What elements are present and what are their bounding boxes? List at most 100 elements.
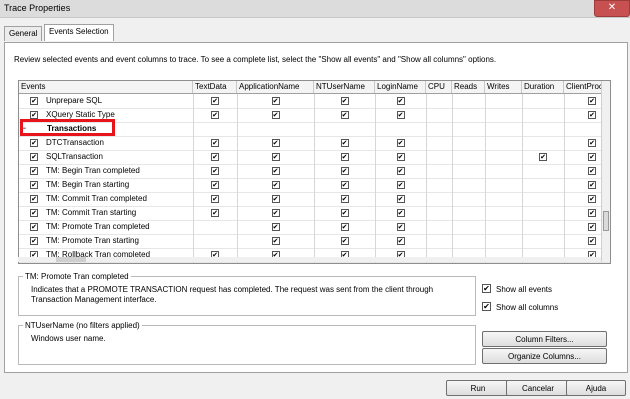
cell-checkbox[interactable]: ✔ <box>271 195 280 203</box>
cell-checkbox[interactable]: ✔ <box>588 139 596 147</box>
cell-checkbox[interactable]: ✔ <box>588 195 596 203</box>
column-header[interactable]: TextData <box>193 81 237 93</box>
cell-checkbox[interactable]: ✔ <box>340 209 349 217</box>
event-label: TM: Promote Tran starting <box>46 236 139 245</box>
cell-checkbox[interactable]: ✔ <box>396 153 405 161</box>
cell-checkbox[interactable]: ✔ <box>588 167 596 175</box>
show-all-events-checkbox[interactable]: ✔ <box>482 284 491 293</box>
column-divider <box>522 94 523 263</box>
event-label: TM: Promote Tran completed <box>46 222 150 231</box>
cell-checkbox[interactable]: ✔ <box>396 111 405 119</box>
column-filter-text: Windows user name. <box>31 334 106 343</box>
cell-checkbox[interactable]: ✔ <box>211 209 219 217</box>
cancel-button[interactable]: Cancelar <box>506 380 570 396</box>
cell-checkbox[interactable]: ✔ <box>271 223 280 231</box>
cell-checkbox[interactable]: ✔ <box>271 181 280 189</box>
cell-checkbox[interactable]: ✔ <box>340 111 349 119</box>
cell-checkbox[interactable]: ✔ <box>396 237 405 245</box>
cell-checkbox[interactable]: ✔ <box>340 139 349 147</box>
tab-general[interactable]: General <box>4 26 43 41</box>
run-button[interactable]: Run <box>446 380 510 396</box>
column-header[interactable]: NTUserName <box>314 81 375 93</box>
scroll-thumb[interactable] <box>603 211 609 231</box>
column-header[interactable]: CPU <box>426 81 452 93</box>
column-filter-title: NTUserName (no filters applied) <box>23 321 142 330</box>
cell-checkbox[interactable]: ✔ <box>340 167 349 175</box>
cell-checkbox[interactable]: ✔ <box>271 97 280 105</box>
cell-checkbox[interactable]: ✔ <box>340 223 349 231</box>
column-header[interactable]: ApplicationName <box>237 81 314 93</box>
cell-checkbox[interactable]: ✔ <box>340 195 349 203</box>
show-all-columns-checkbox[interactable]: ✔ <box>482 302 491 311</box>
cell-checkbox[interactable]: ✔ <box>539 153 547 161</box>
cell-checkbox[interactable]: ✔ <box>396 223 405 231</box>
hscroll-thumb[interactable] <box>56 257 86 262</box>
cell-checkbox[interactable]: ✔ <box>396 97 405 105</box>
cell-checkbox[interactable]: ✔ <box>588 97 596 105</box>
help-button[interactable]: Ajuda <box>566 380 626 396</box>
cell-checkbox[interactable]: ✔ <box>396 209 405 217</box>
cell-checkbox[interactable]: ✔ <box>271 139 280 147</box>
cell-checkbox[interactable]: ✔ <box>211 97 219 105</box>
cell-checkbox[interactable]: ✔ <box>588 209 596 217</box>
event-checkbox[interactable]: ✔ <box>30 209 38 217</box>
cell-checkbox[interactable]: ✔ <box>211 167 219 175</box>
event-checkbox[interactable]: ✔ <box>30 181 38 189</box>
event-checkbox[interactable]: ✔ <box>30 237 38 245</box>
event-label: XQuery Static Type <box>46 110 115 119</box>
event-checkbox[interactable]: ✔ <box>30 139 38 147</box>
cell-checkbox[interactable]: ✔ <box>340 153 349 161</box>
cell-checkbox[interactable]: ✔ <box>396 167 405 175</box>
cell-checkbox[interactable]: ✔ <box>340 97 349 105</box>
event-checkbox[interactable]: ✔ <box>30 195 38 203</box>
cell-checkbox[interactable]: ✔ <box>340 181 349 189</box>
cell-checkbox[interactable]: ✔ <box>396 139 405 147</box>
cell-checkbox[interactable]: ✔ <box>340 237 349 245</box>
column-header[interactable]: Events <box>19 81 193 93</box>
cell-checkbox[interactable]: ✔ <box>211 181 219 189</box>
close-button[interactable]: ✕ <box>594 0 630 17</box>
column-header[interactable]: Duration <box>522 81 564 93</box>
cell-checkbox[interactable]: ✔ <box>588 181 596 189</box>
event-label: SQLTransaction <box>46 152 103 161</box>
cell-checkbox[interactable]: ✔ <box>271 167 280 175</box>
column-header[interactable]: Reads <box>452 81 485 93</box>
cell-checkbox[interactable]: ✔ <box>271 111 280 119</box>
cell-checkbox[interactable]: ✔ <box>588 153 596 161</box>
horizontal-scrollbar[interactable] <box>18 257 601 262</box>
event-checkbox[interactable]: ✔ <box>30 97 38 105</box>
cell-checkbox[interactable]: ✔ <box>271 209 280 217</box>
event-checkbox[interactable]: ✔ <box>30 153 38 161</box>
column-divider <box>375 94 376 263</box>
cell-checkbox[interactable]: ✔ <box>588 111 596 119</box>
cell-checkbox[interactable]: ✔ <box>211 153 219 161</box>
cell-checkbox[interactable]: ✔ <box>396 195 405 203</box>
column-divider <box>193 94 194 263</box>
events-grid[interactable]: Events TextData ApplicationName NTUserName L… <box>18 80 611 264</box>
organize-columns-button[interactable]: Organize Columns... <box>482 348 607 364</box>
cell-checkbox[interactable]: ✔ <box>211 195 219 203</box>
event-checkbox[interactable]: ✔ <box>30 167 38 175</box>
highlight-box <box>20 119 115 136</box>
cell-checkbox[interactable]: ✔ <box>396 181 405 189</box>
column-divider <box>426 94 427 263</box>
column-filters-button[interactable]: Column Filters... <box>482 331 607 347</box>
event-description-group: TM: Promote Tran completed Indicates tha… <box>18 272 476 316</box>
column-header[interactable]: LoginName <box>375 81 426 93</box>
cell-checkbox[interactable]: ✔ <box>211 111 219 119</box>
event-checkbox[interactable]: ✔ <box>30 223 38 231</box>
cell-checkbox[interactable]: ✔ <box>271 153 280 161</box>
column-divider <box>314 94 315 263</box>
cell-checkbox[interactable]: ✔ <box>588 223 596 231</box>
event-label: DTCTransaction <box>46 138 104 147</box>
grid-header: Events TextData ApplicationName NTUserName L… <box>19 81 610 94</box>
vertical-scrollbar[interactable] <box>601 81 610 262</box>
event-checkbox[interactable]: ✔ <box>30 111 38 119</box>
event-description-text: Indicates that a PROMOTE TRANSACTION req… <box>31 285 434 304</box>
tab-events-selection[interactable]: Events Selection <box>44 24 114 41</box>
cell-checkbox[interactable]: ✔ <box>271 237 280 245</box>
cell-checkbox[interactable]: ✔ <box>588 237 596 245</box>
column-header[interactable]: Writes <box>485 81 522 93</box>
cell-checkbox[interactable]: ✔ <box>211 139 219 147</box>
instructions-text: Review selected events and event columns… <box>14 55 497 64</box>
